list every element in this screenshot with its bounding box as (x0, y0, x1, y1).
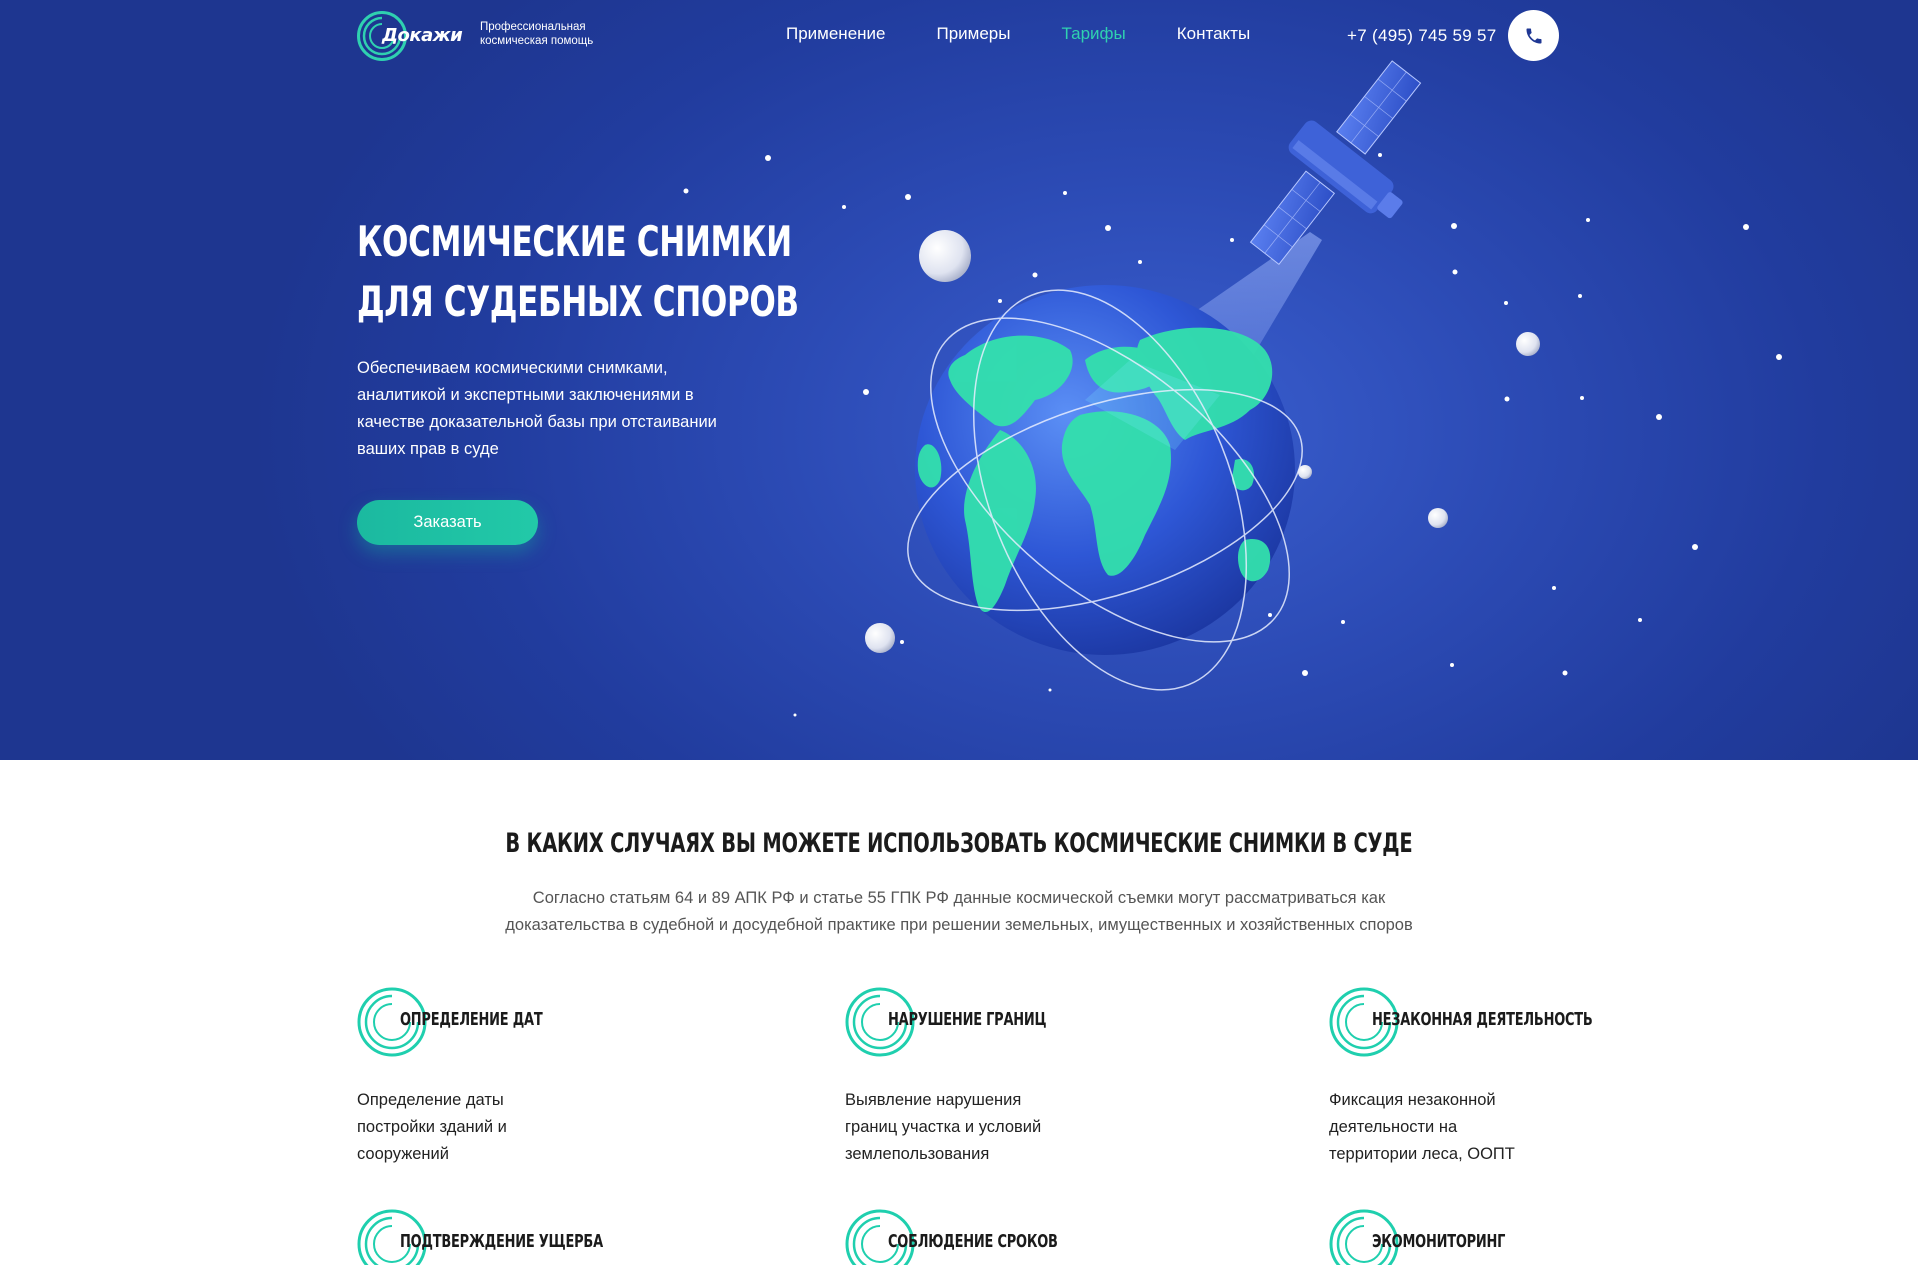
nav-item-examples[interactable]: Примеры (937, 24, 1011, 44)
brand-tagline: Профессиональная космическая помощь (480, 21, 594, 47)
usage-card-title: Подтверждение ущерба (400, 1231, 603, 1252)
hero-title: Космические снимки для судебных споров (357, 212, 799, 332)
satellite-beam (1060, 232, 1322, 470)
satellite (1249, 60, 1422, 266)
call-button[interactable] (1508, 10, 1559, 61)
nav-item-pricing[interactable]: Тарифы (1062, 24, 1126, 44)
globe (907, 285, 1303, 691)
hero-section: Докажи Профессиональная космическая помо… (0, 0, 1918, 760)
hero-description: Обеспечиваем космическими снимками, анал… (357, 359, 717, 458)
phone-number[interactable]: +7 (495) 745 59 57 (1347, 26, 1497, 46)
usage-card-desc: Определение даты постройки зданий и соор… (357, 1091, 507, 1163)
usage-card-title: Незаконная деятельность (1372, 1009, 1593, 1030)
site-header: Докажи Профессиональная космическая помо… (0, 0, 1918, 70)
nav-item-usage[interactable]: Применение (786, 24, 886, 44)
usage-section-title: В каких случаях вы можете использовать к… (0, 828, 1918, 859)
brand-name: Докажи (382, 25, 463, 46)
usage-card-title: Экомониторинг (1372, 1231, 1506, 1252)
main-nav: Применение Примеры Тарифы Контакты (786, 24, 1301, 44)
usage-subtitle: Согласно статьям 64 и 89 АПК РФ и статье… (459, 885, 1459, 939)
stars (683, 153, 1782, 717)
moon (1298, 465, 1312, 479)
moon (919, 230, 971, 282)
logo[interactable]: Докажи Профессиональная космическая помо… (356, 10, 593, 62)
usage-title: В каких случаях вы можете использовать к… (505, 828, 1413, 859)
moon (1428, 508, 1448, 528)
usage-card-title: Нарушение границ (888, 1009, 1047, 1030)
usage-subtitle-line2: доказательства в судебной и досудебной п… (505, 916, 1413, 934)
moon (1516, 332, 1540, 356)
nav-item-contacts[interactable]: Контакты (1177, 24, 1250, 44)
phone-icon (1526, 28, 1541, 43)
hero-title-line2: для судебных споров (357, 277, 799, 326)
usage-card-desc: Выявление нарушения границ участка и усл… (845, 1091, 1042, 1163)
hero-title-line1: Космические снимки (357, 217, 792, 266)
usage-card-title: Соблюдение сроков (888, 1231, 1058, 1252)
order-button[interactable]: Заказать (357, 500, 538, 545)
space-illustration (683, 60, 1782, 717)
usage-card-title: Определение дат (400, 1009, 543, 1030)
usage-subtitle-line1: Согласно статьям 64 и 89 АПК РФ и статье… (532, 889, 1386, 907)
usage-card-desc: Фиксация незаконной деятельности на терр… (1329, 1091, 1515, 1163)
moon (865, 623, 895, 653)
